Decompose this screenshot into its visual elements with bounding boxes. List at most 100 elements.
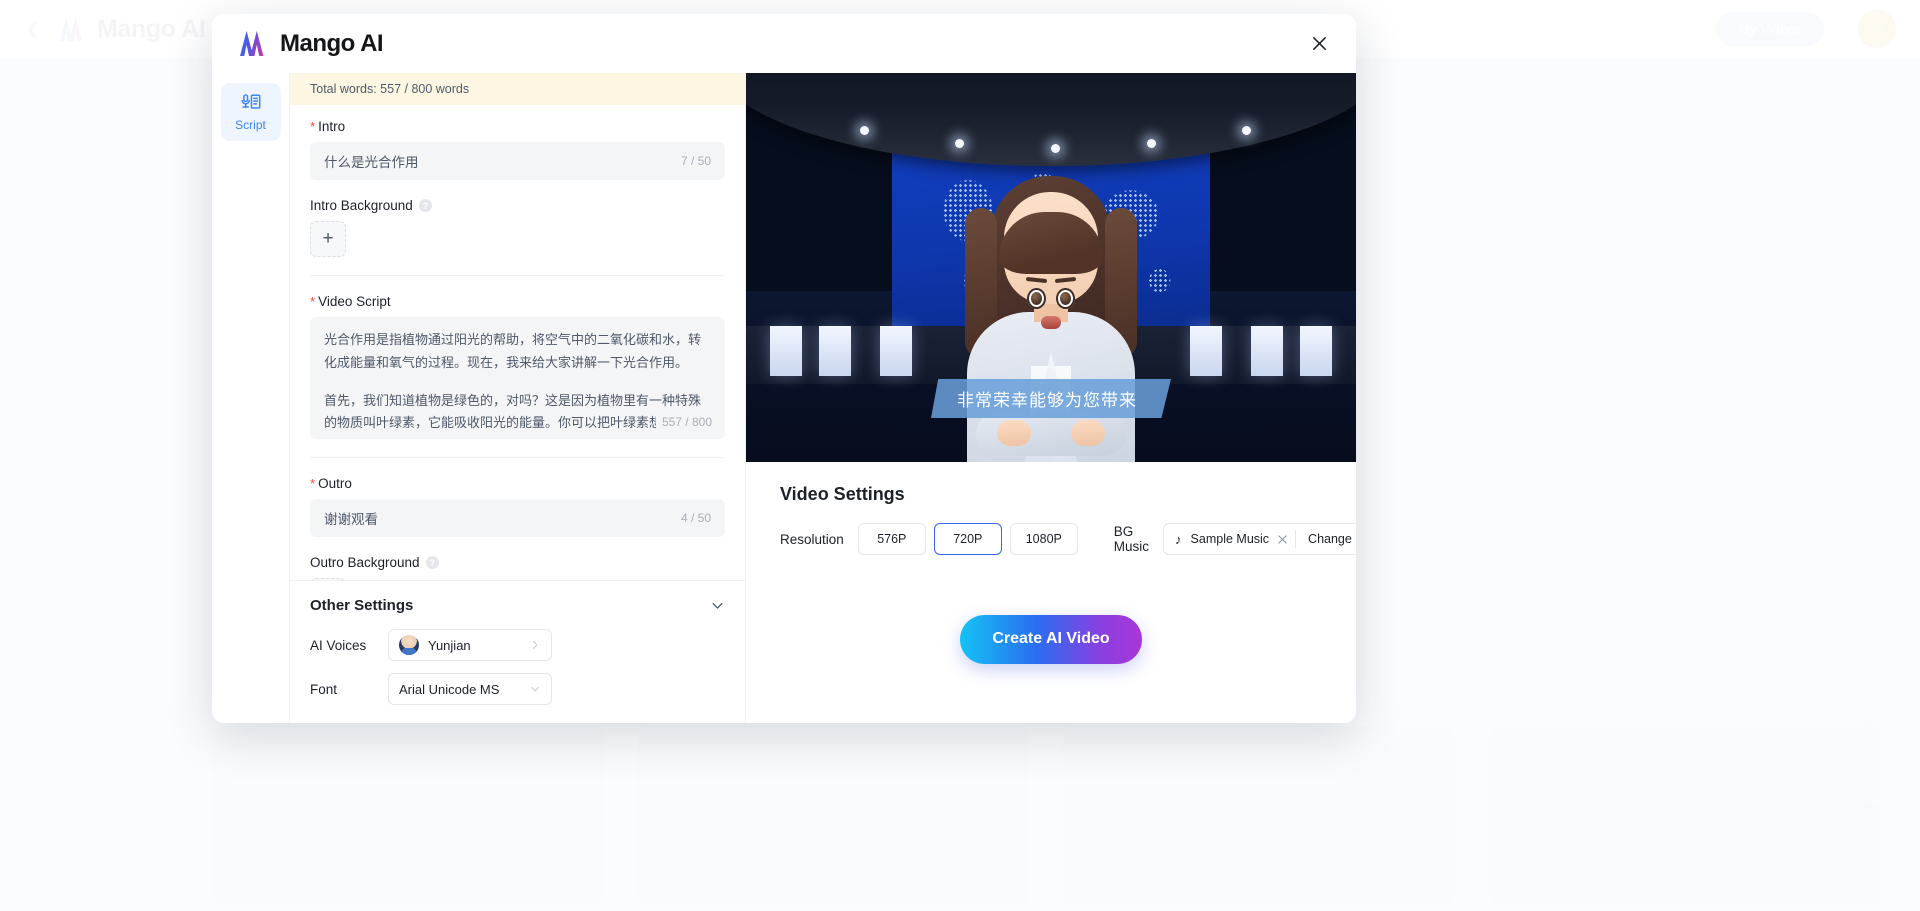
outro-label-text: Outro [318, 476, 352, 491]
script-panel: Total words: 557 / 800 words * Intro 什么是… [290, 73, 746, 723]
video-settings-title: Video Settings [780, 484, 905, 504]
video-settings-section: Video Settings Resolution 576P 720P 1080… [746, 462, 1356, 723]
intro-background-group: Intro Background ? + [310, 198, 725, 257]
intro-field-group: * Intro 什么是光合作用 7 / 50 [310, 119, 725, 180]
other-settings-title: Other Settings [310, 597, 414, 614]
video-script-textarea[interactable]: 光合作用是指植物通过阳光的帮助，将空气中的二氧化碳和水，转化成能量和氧气的过程。… [310, 317, 725, 439]
sidebar-item-script[interactable]: Script [220, 83, 281, 141]
voice-avatar [399, 635, 419, 655]
intro-label: * Intro [310, 119, 725, 134]
sidebar-item-label: Script [235, 118, 266, 132]
avatar-head [999, 192, 1103, 329]
chevron-down-icon [710, 598, 725, 613]
outro-background-label-text: Outro Background [310, 555, 420, 570]
preview-subtitle: 非常荣幸能够为您带来 [931, 379, 1171, 418]
intro-background-label: Intro Background ? [310, 198, 725, 213]
other-settings-section: Other Settings AI Voices Yunjian Font Ar… [290, 580, 745, 723]
question-mark-icon[interactable]: ? [425, 556, 439, 569]
change-music-button[interactable]: Change [1295, 530, 1356, 548]
other-settings-toggle[interactable]: Other Settings [310, 597, 725, 614]
outro-background-label: Outro Background ? [310, 555, 725, 570]
create-ai-video-button[interactable]: Create AI Video [960, 614, 1142, 664]
required-marker: * [310, 294, 316, 309]
modal-header: Mango AI [212, 14, 1356, 73]
font-label: Font [310, 681, 338, 697]
outro-label: * Outro [310, 476, 725, 491]
desk-light-panel [1190, 325, 1222, 377]
close-icon[interactable] [1306, 31, 1332, 57]
create-video-modal: Mango AI Script Total words: 557 / 800 w… [212, 14, 1356, 723]
desk-light-panel [1299, 325, 1332, 377]
bg-music-control[interactable]: ♪ Sample Music Change [1163, 523, 1356, 555]
resolution-option-576p[interactable]: 576P [857, 523, 926, 555]
ai-voices-select[interactable]: Yunjian [388, 629, 552, 661]
ai-voices-value: Yunjian [428, 637, 471, 653]
ai-voices-row: AI Voices Yunjian [310, 629, 725, 661]
script-scroll-area[interactable]: * Intro 什么是光合作用 7 / 50 Intro Background … [290, 105, 745, 580]
outro-field-group: * Outro 谢谢观看 4 / 50 [310, 476, 725, 537]
intro-input[interactable]: 什么是光合作用 7 / 50 [310, 142, 725, 180]
add-intro-background-button[interactable]: + [310, 221, 346, 257]
font-row: Font Arial Unicode MS [310, 673, 725, 705]
font-value: Arial Unicode MS [399, 681, 500, 697]
intro-counter: 7 / 50 [680, 154, 711, 168]
resolution-options: 576P 720P 1080P [857, 523, 1078, 555]
mango-logo-icon [240, 31, 264, 56]
outro-input[interactable]: 谢谢观看 4 / 50 [310, 499, 725, 537]
bg-music-label: BG Music [1113, 524, 1150, 554]
video-preview[interactable]: 非常荣幸能够为您带来 [746, 73, 1356, 462]
ceiling-light [859, 125, 869, 135]
desk-light-panel [880, 325, 912, 377]
desk-light-panel [1251, 325, 1283, 377]
intro-label-text: Intro [318, 119, 346, 134]
add-outro-background-button[interactable]: + [310, 578, 346, 580]
resolution-option-1080p[interactable]: 1080P [1009, 523, 1078, 555]
outro-counter: 4 / 50 [680, 511, 711, 525]
total-words-banner: Total words: 557 / 800 words [290, 73, 745, 105]
ceiling-light [955, 139, 965, 149]
ceiling-light [1242, 125, 1252, 135]
script-paragraph: 光合作用是指植物通过阳光的帮助，将空气中的二氧化碳和水，转化成能量和氧气的过程。… [324, 332, 702, 370]
ceiling-light [1146, 139, 1156, 149]
intro-background-label-text: Intro Background [310, 198, 413, 213]
divider [310, 457, 725, 458]
required-marker: * [310, 119, 316, 134]
outro-input-value: 谢谢观看 [324, 512, 378, 527]
modal-logo-text: Mango AI [280, 29, 384, 57]
avatar-brow [1025, 276, 1048, 284]
outro-background-group: Outro Background ? + [310, 555, 725, 580]
avatar-fringe [999, 212, 1103, 274]
bg-music-value: Sample Music [1190, 532, 1270, 546]
modal-nav-rail: Script [212, 73, 290, 723]
ceiling-light [1051, 143, 1060, 153]
right-pane: 非常荣幸能够为您带来 Video Settings Resolution 576… [746, 73, 1356, 723]
avatar-eye [1056, 288, 1075, 309]
video-script-label: * Video Script [310, 294, 725, 309]
avatar-hand [1071, 420, 1105, 446]
divider [310, 275, 725, 276]
desk-light-panel [770, 325, 803, 377]
avatar-hand [997, 420, 1031, 446]
avatar-brow [1054, 276, 1077, 284]
video-settings-row: Resolution 576P 720P 1080P BG Music ♪ Sa… [780, 523, 1356, 555]
required-marker: * [310, 476, 316, 491]
question-mark-icon[interactable]: ? [418, 199, 432, 212]
avatar-eye [1027, 288, 1046, 309]
music-note-icon: ♪ [1175, 531, 1182, 547]
video-script-label-text: Video Script [318, 294, 391, 309]
resolution-label: Resolution [780, 531, 844, 547]
clear-music-icon[interactable] [1269, 534, 1295, 545]
desk-light-panel [819, 325, 851, 377]
avatar-mouth [1041, 316, 1061, 329]
ai-voices-label: AI Voices [310, 637, 367, 653]
modal-body: Script Total words: 557 / 800 words * In… [212, 73, 1356, 723]
chevron-down-icon [529, 683, 541, 695]
script-mic-icon [240, 92, 262, 114]
intro-input-value: 什么是光合作用 [324, 155, 419, 170]
create-button-wrap: Create AI Video [780, 555, 1322, 723]
video-script-counter: 557 / 800 [655, 412, 712, 433]
chevron-right-icon [529, 639, 541, 651]
resolution-option-720p[interactable]: 720P [933, 523, 1002, 555]
plus-icon: + [322, 228, 334, 249]
font-select[interactable]: Arial Unicode MS [388, 673, 552, 705]
